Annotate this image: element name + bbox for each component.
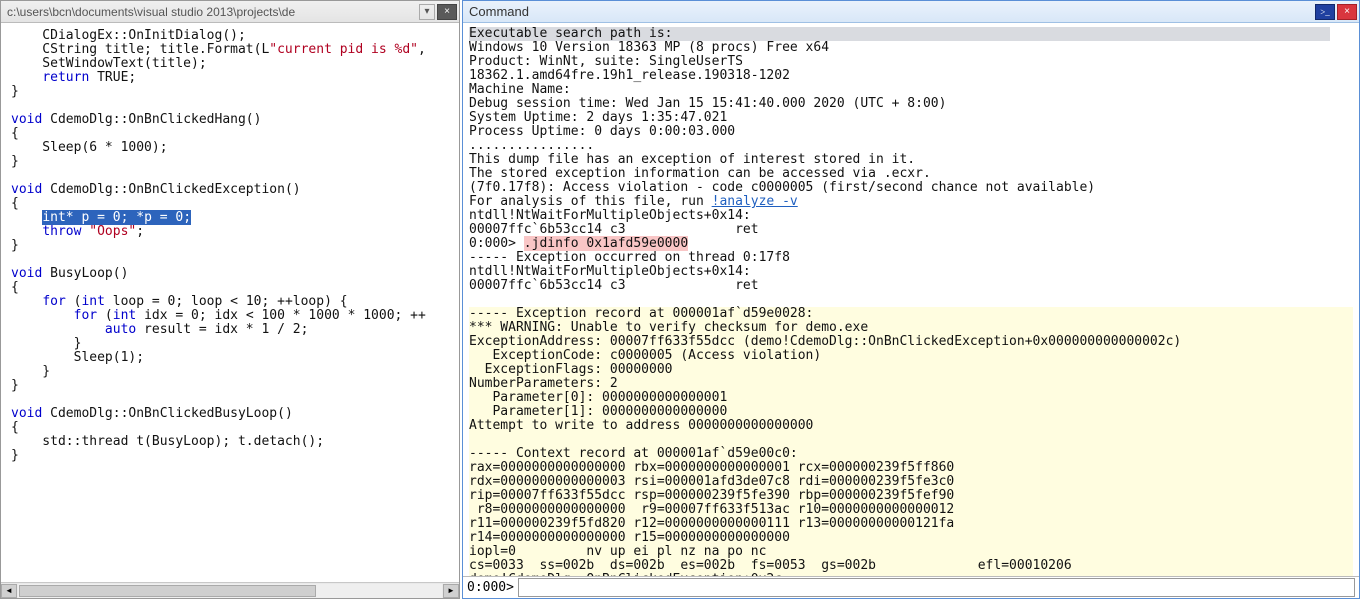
entered-command: .jdinfo 0x1afd59e0000 [524,236,688,251]
source-dropdown-icon[interactable]: ▾ [419,4,435,20]
source-code[interactable]: CDialogEx::OnInitDialog(); CString title… [1,23,459,582]
command-pane: Command >_ × Executable search path is: … [462,0,1360,599]
selected-line[interactable]: int* p = 0; *p = 0; [42,210,191,225]
scroll-track[interactable] [18,584,442,598]
exception-block: ----- Exception record at 000001af`d59e0… [469,307,1353,576]
close-command-button[interactable]: × [1337,4,1357,20]
scroll-right-icon[interactable]: ► [443,584,459,598]
command-input[interactable] [518,578,1355,597]
command-titlebar: Command >_ × [463,1,1359,23]
source-title: c:\users\bcn\documents\visual studio 201… [7,5,415,19]
command-title: Command [469,4,1313,19]
command-icon[interactable]: >_ [1315,4,1335,20]
command-input-row: 0:000> [463,576,1359,598]
command-prompt: 0:000> [467,580,514,595]
output-header-line: Executable search path is: [469,27,1330,41]
close-source-button[interactable]: × [437,4,457,20]
scroll-left-icon[interactable]: ◄ [1,584,17,598]
analyze-link[interactable]: !analyze -v [712,194,798,209]
debug-output[interactable]: Executable search path is: Windows 10 Ve… [463,23,1359,576]
scroll-thumb[interactable] [19,585,316,597]
source-titlebar: c:\users\bcn\documents\visual studio 201… [1,1,459,23]
source-hscroll[interactable]: ◄ ► [1,582,459,598]
source-pane: c:\users\bcn\documents\visual studio 201… [0,0,460,599]
